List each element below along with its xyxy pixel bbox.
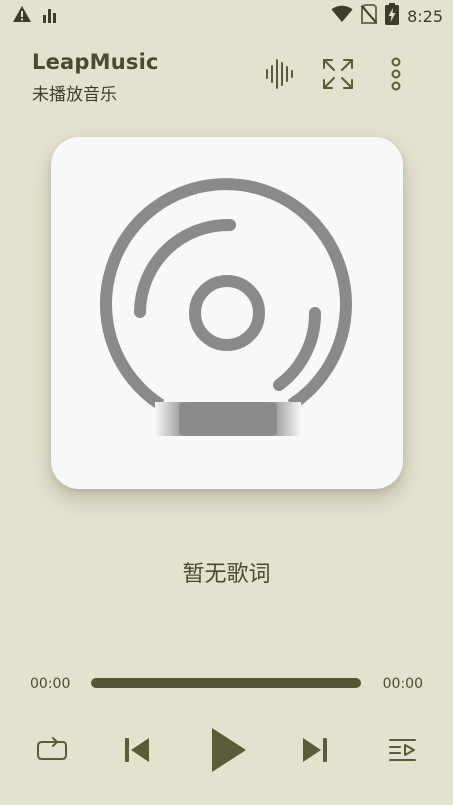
- repeat-icon: [37, 737, 67, 760]
- current-time: 00:00: [30, 676, 71, 692]
- total-time: 00:00: [382, 676, 423, 692]
- play-icon: [212, 728, 246, 772]
- now-playing-subtitle: 未播放音乐: [32, 85, 117, 105]
- status-time: 8:25: [407, 6, 443, 26]
- no-sim-icon: [360, 4, 378, 28]
- warning-icon: [12, 5, 32, 27]
- status-right: 8:25: [331, 3, 443, 29]
- battery-charging-icon: [385, 3, 400, 29]
- album-cover[interactable]: [51, 137, 403, 489]
- previous-icon: [125, 738, 149, 762]
- playlist-button[interactable]: [378, 720, 428, 780]
- status-left: [12, 6, 58, 26]
- playback-controls: [0, 720, 453, 780]
- repeat-button[interactable]: [26, 720, 76, 780]
- status-bar: 8:25: [0, 0, 453, 32]
- playlist-icon: [389, 739, 416, 761]
- play-button[interactable]: [201, 720, 255, 780]
- more-options-button[interactable]: [377, 55, 415, 93]
- next-button[interactable]: [290, 720, 340, 780]
- signal-bars-icon: [42, 5, 58, 27]
- more-vertical-icon: [391, 57, 401, 91]
- lyrics-text: 暂无歌词: [182, 562, 271, 587]
- previous-button[interactable]: [112, 720, 162, 780]
- next-icon: [303, 738, 327, 762]
- progress-bar[interactable]: [91, 678, 361, 688]
- header-actions: [261, 56, 415, 92]
- waveform-button[interactable]: [261, 55, 299, 93]
- fullscreen-icon: [323, 59, 353, 89]
- disc-placeholder-icon: [100, 178, 352, 436]
- fullscreen-button[interactable]: [319, 55, 357, 93]
- waveform-icon: [266, 59, 293, 89]
- app-title: LeapMusic: [32, 50, 159, 74]
- wifi-icon: [331, 5, 353, 27]
